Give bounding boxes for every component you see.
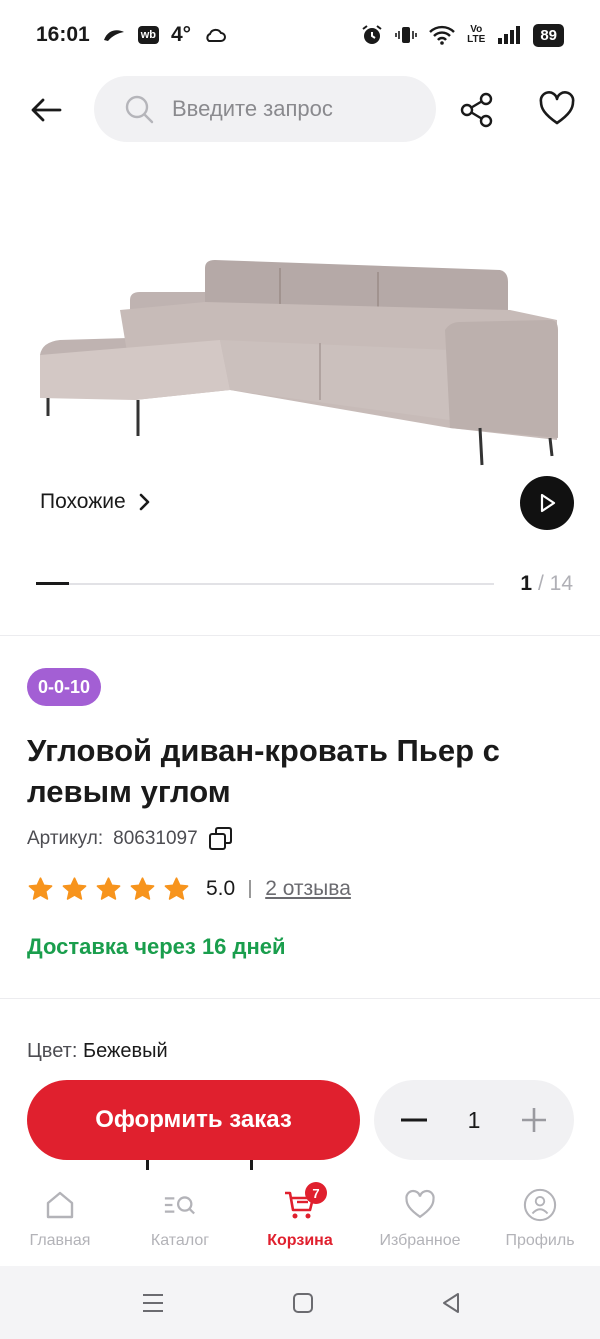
tab-favorites-label: Избранное bbox=[379, 1232, 461, 1249]
profile-icon bbox=[523, 1188, 557, 1222]
image-counter-current: 1 bbox=[520, 572, 533, 595]
home-icon bbox=[46, 1191, 74, 1219]
decrease-button[interactable] bbox=[394, 1100, 434, 1140]
status-time: 16:01 bbox=[36, 23, 90, 46]
cloud-icon bbox=[206, 28, 227, 42]
section-divider bbox=[0, 998, 600, 999]
tab-catalog-label: Каталог bbox=[150, 1232, 210, 1249]
play-icon bbox=[540, 493, 556, 513]
arrow-left-icon bbox=[31, 98, 62, 122]
similar-label: Похожие bbox=[40, 490, 126, 513]
tab-favorites[interactable]: Избранное bbox=[360, 1170, 480, 1266]
star-icon bbox=[164, 876, 189, 900]
rating-separator bbox=[249, 880, 252, 898]
promo-tag[interactable]: 0-0-10 bbox=[27, 668, 102, 706]
product-gallery[interactable]: Похожие bbox=[0, 160, 600, 555]
section-divider bbox=[0, 635, 600, 636]
star-icon bbox=[96, 876, 121, 900]
quantity-stepper: 1 bbox=[374, 1080, 574, 1160]
wifi-icon bbox=[429, 25, 456, 45]
quantity-value: 1 bbox=[467, 1106, 481, 1133]
tab-home[interactable]: Главная bbox=[0, 1170, 120, 1266]
back-button[interactable] bbox=[28, 92, 64, 128]
color-label: Цвет: bbox=[27, 1040, 78, 1062]
tab-profile-label: Профиль bbox=[505, 1232, 575, 1249]
progress-fill bbox=[36, 582, 69, 585]
battery-indicator: 89 bbox=[533, 23, 564, 47]
menu-icon[interactable] bbox=[140, 1290, 166, 1316]
plus-icon bbox=[521, 1108, 546, 1132]
back-triangle-icon[interactable] bbox=[438, 1290, 464, 1316]
product-title: Угловой диван-кровать Пьер с левым углом bbox=[27, 733, 500, 809]
alarm-icon bbox=[362, 25, 382, 44]
share-icon bbox=[460, 92, 493, 128]
tab-home-label: Главная bbox=[29, 1232, 91, 1249]
image-counter: 1 / 14 bbox=[520, 572, 573, 596]
article-value: 80631097 bbox=[113, 828, 198, 849]
heart-icon bbox=[539, 91, 575, 125]
heart-icon bbox=[405, 1189, 435, 1219]
article-row: Артикул: 80631097 bbox=[27, 826, 234, 852]
rating-score: 5.0 bbox=[206, 877, 236, 900]
share-button[interactable] bbox=[458, 91, 496, 129]
search-input[interactable] bbox=[172, 96, 422, 122]
increase-button[interactable] bbox=[514, 1100, 554, 1140]
minus-icon bbox=[401, 1118, 427, 1122]
gallery-progress: 1 / 14 bbox=[0, 565, 600, 605]
search-bar[interactable] bbox=[94, 76, 436, 142]
volte-indicator: Vo LTE bbox=[467, 24, 486, 45]
color-value: Бежевый bbox=[82, 1040, 168, 1062]
tab-cart-label: Корзина bbox=[267, 1232, 333, 1249]
cart-count-badge: 7 bbox=[305, 1182, 327, 1204]
tab-profile[interactable]: Профиль bbox=[480, 1170, 600, 1266]
delivery-info: Доставка через 16 дней bbox=[27, 934, 286, 959]
signal-icon bbox=[498, 26, 521, 44]
system-navigation-bar bbox=[0, 1266, 600, 1339]
checkout-button[interactable]: Оформить заказ bbox=[27, 1080, 360, 1160]
home-square-icon[interactable] bbox=[290, 1290, 316, 1316]
play-video-button[interactable] bbox=[520, 476, 574, 530]
status-bar: 16:01 wb 4° Vo LTE 89 bbox=[0, 0, 600, 70]
weather-temp: 4° bbox=[171, 23, 192, 46]
catalog-search-icon bbox=[164, 1196, 195, 1215]
star-icon bbox=[130, 876, 155, 900]
similar-link[interactable]: Похожие bbox=[40, 490, 152, 514]
product-image bbox=[40, 260, 558, 466]
ghost-app-icon bbox=[103, 30, 124, 41]
search-icon bbox=[125, 95, 154, 124]
reviews-link[interactable]: 2 отзыва bbox=[265, 877, 351, 901]
copy-icon[interactable] bbox=[208, 826, 234, 852]
tab-catalog[interactable]: Каталог bbox=[120, 1170, 240, 1266]
bottom-tab-bar: Главная Каталог 7 Корзина Избранное Проф… bbox=[0, 1170, 600, 1266]
rating-row: 5.0 2 отзыва bbox=[27, 872, 351, 906]
image-counter-total: 14 bbox=[549, 572, 573, 595]
rating-stars bbox=[27, 876, 190, 903]
color-selector-label: Цвет: Бежевый bbox=[27, 1040, 168, 1063]
wb-app-icon: wb bbox=[137, 26, 159, 44]
image-counter-separator: / bbox=[537, 572, 544, 595]
star-icon bbox=[62, 876, 87, 900]
favorite-button[interactable] bbox=[538, 90, 576, 128]
star-icon bbox=[28, 876, 53, 900]
vibrate-icon bbox=[395, 27, 417, 43]
chevron-right-icon bbox=[139, 493, 150, 511]
progress-track bbox=[36, 582, 494, 585]
search-header bbox=[0, 74, 600, 144]
tab-cart[interactable]: 7 Корзина bbox=[240, 1170, 360, 1266]
article-label: Артикул: bbox=[27, 828, 104, 849]
